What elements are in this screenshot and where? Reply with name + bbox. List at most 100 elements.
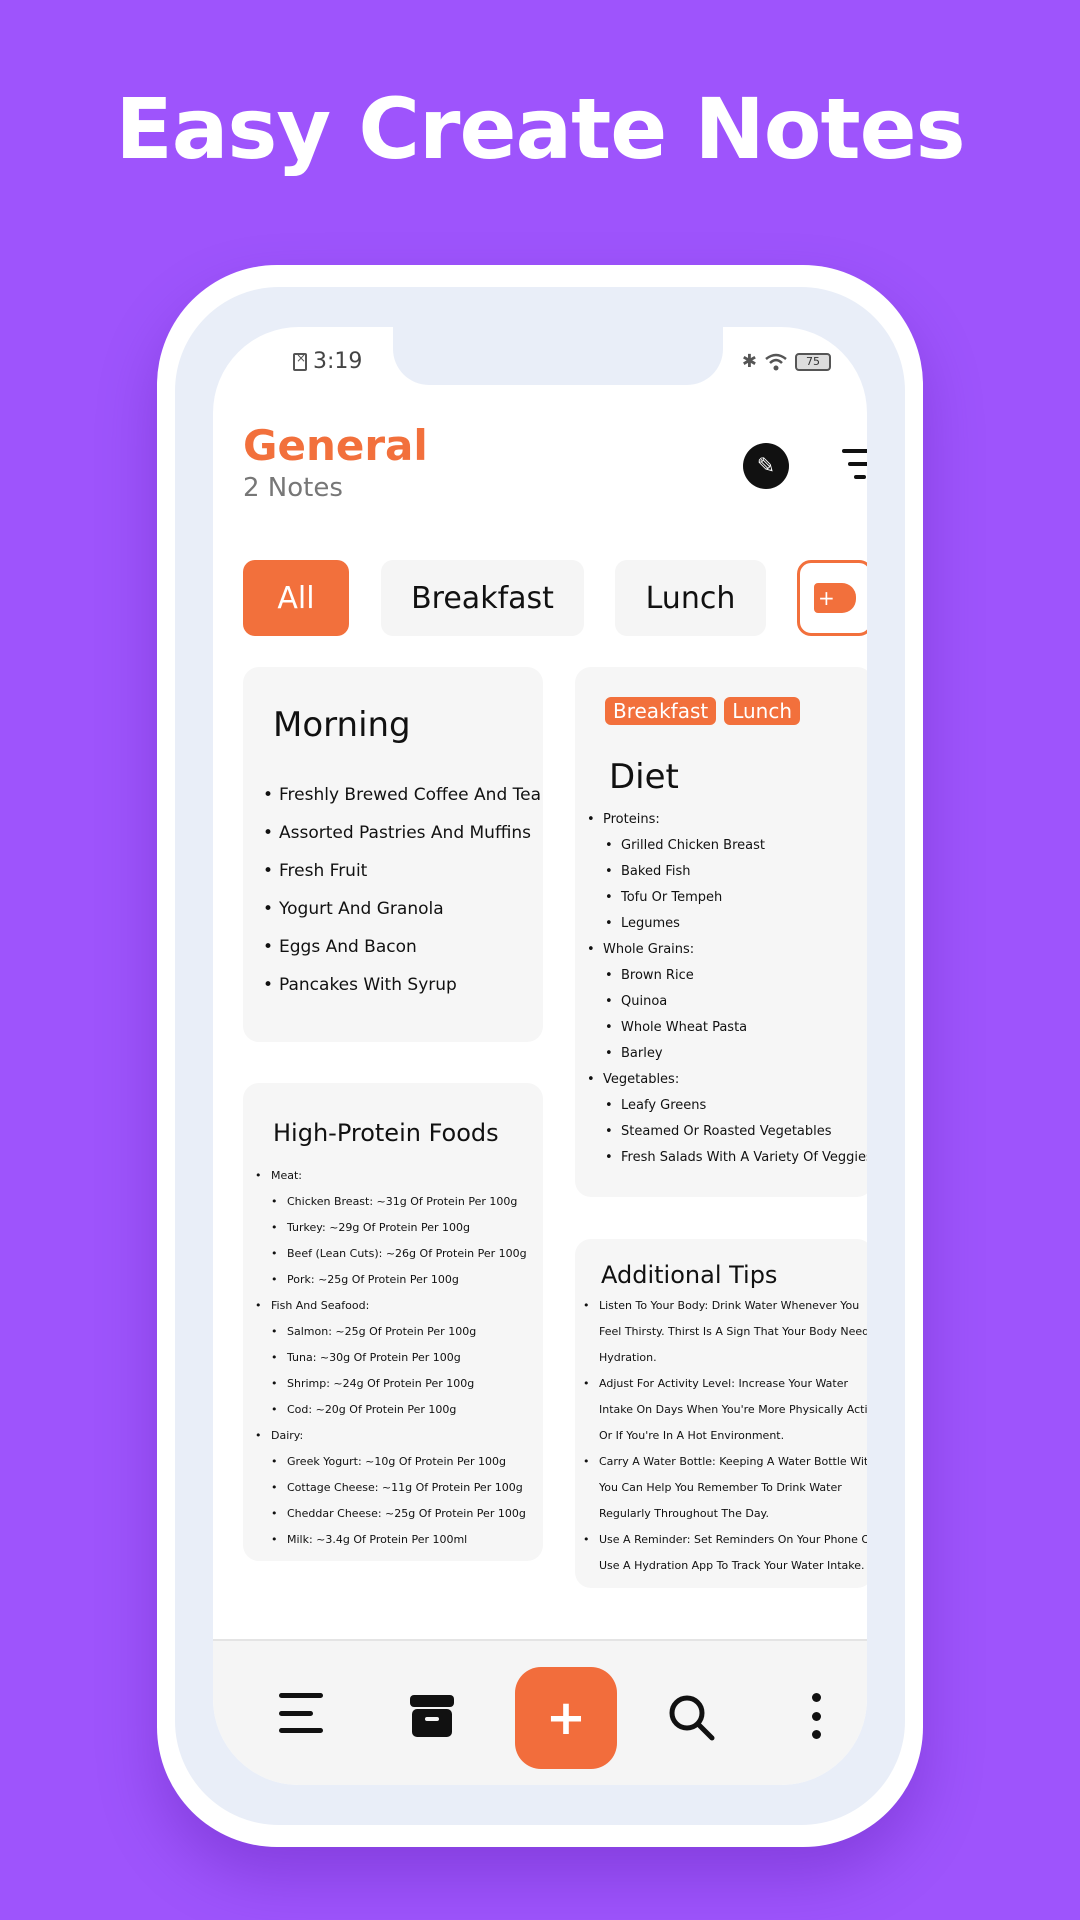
note-list: Listen To Your Body: Drink Water Wheneve… [583,1293,867,1579]
add-tag-icon: + [814,583,856,613]
list-item: Meat: Chicken Breast: ~31g Of Protein Pe… [255,1163,527,1293]
list-item: Cottage Cheese: ~11g Of Protein Per 100g [271,1475,526,1501]
list-item: Barley [605,1041,747,1067]
list-item: Shrimp: ~24g Of Protein Per 100g [271,1371,476,1397]
list-item: Legumes [605,911,765,937]
status-time-group: 3:19 [293,349,362,374]
list-item: Pancakes With Syrup [263,975,541,1013]
group-label: Proteins: [603,812,660,827]
dot [811,1711,821,1721]
phone-frame: 3:19 ✱ 75 General 2 Notes ✎ [157,265,923,1847]
menu-line [279,1728,323,1733]
list-item: Grilled Chicken Breast [605,833,765,859]
note-list: Proteins: Grilled Chicken Breast Baked F… [587,807,765,937]
list-item: Whole Grains: Brown Rice Quinoa Whole Wh… [587,937,747,1067]
tag-badge: Breakfast [605,697,717,725]
note-tags: Breakfast Lunch [605,697,801,725]
dot [811,1693,821,1702]
list-item: Fresh Fruit [263,861,541,899]
note-list: Freshly Brewed Coffee And Tea Assorted P… [263,785,541,1013]
filter-line [848,462,867,466]
wifi-icon [765,353,787,370]
chip-all[interactable]: All [243,560,349,636]
list-item: Pork: ~25g Of Protein Per 100g [271,1267,527,1293]
note-card-diet[interactable]: Breakfast Lunch Diet Proteins: Grilled C… [575,667,867,1197]
list-item: Cod: ~20g Of Protein Per 100g [271,1397,476,1423]
chip-breakfast[interactable]: Breakfast [381,560,584,636]
list-item: Leafy Greens [605,1093,867,1119]
list-item: Use A Reminder: Set Reminders On Your Ph… [583,1527,867,1579]
list-item: Quinoa [605,989,747,1015]
group-label: Meat: [271,1169,303,1182]
group-label: Dairy: [271,1429,304,1442]
list-item: Salmon: ~25g Of Protein Per 100g [271,1319,476,1345]
list-item: Fish And Seafood: Salmon: ~25g Of Protei… [255,1293,476,1423]
page-title: General [243,421,428,470]
filter-line [854,475,866,479]
phone-bezel: 3:19 ✱ 75 General 2 Notes ✎ [175,287,905,1825]
bottom-nav: + [213,1639,867,1785]
add-note-button[interactable]: + [515,1667,617,1769]
group-label: Whole Grains: [603,942,695,957]
add-category-button[interactable]: + [797,560,867,636]
promo-headline: Easy Create Notes [115,80,965,178]
list-item: Assorted Pastries And Muffins [263,823,541,861]
list-item: Milk: ~3.4g Of Protein Per 100ml [271,1527,526,1553]
list-item: Chicken Breast: ~31g Of Protein Per 100g [271,1189,527,1215]
more-vertical-icon[interactable] [811,1693,821,1739]
list-item: Freshly Brewed Coffee And Tea [263,785,541,823]
dot [811,1730,821,1739]
note-list: Vegetables: Leafy Greens Steamed Or Roas… [587,1067,867,1171]
notch [393,327,723,385]
note-card-additional-tips[interactable]: Additional Tips Listen To Your Body: Dri… [575,1239,867,1588]
note-title: Morning [273,705,411,745]
menu-line [279,1710,313,1716]
group-label: Vegetables: [603,1072,680,1087]
list-item: Brown Rice [605,963,747,989]
note-card-morning[interactable]: Morning Freshly Brewed Coffee And Tea As… [243,667,543,1042]
status-icons: ✱ 75 [742,351,831,372]
list-item: Tofu Or Tempeh [605,885,765,911]
app-screen: 3:19 ✱ 75 General 2 Notes ✎ [213,327,867,1785]
list-item: Listen To Your Body: Drink Water Wheneve… [583,1293,867,1371]
bluetooth-icon: ✱ [741,351,757,372]
note-title: High-Protein Foods [273,1119,499,1147]
list-item: Fresh Salads With A Variety Of Veggies [605,1145,867,1171]
list-item: Proteins: Grilled Chicken Breast Baked F… [587,807,765,937]
list-item: Greek Yogurt: ~10g Of Protein Per 100g [271,1449,526,1475]
note-list: Meat: Chicken Breast: ~31g Of Protein Pe… [255,1163,527,1293]
note-card-high-protein[interactable]: High-Protein Foods Meat: Chicken Breast:… [243,1083,543,1561]
list-item: Vegetables: Leafy Greens Steamed Or Roas… [587,1067,867,1171]
search-icon[interactable] [667,1693,715,1741]
edit-button[interactable]: ✎ [743,443,789,489]
note-title: Additional Tips [601,1261,778,1289]
note-list: Dairy: Greek Yogurt: ~10g Of Protein Per… [255,1423,526,1553]
no-sim-icon [293,351,307,371]
archive-icon[interactable] [409,1693,455,1739]
list-item: Baked Fish [605,859,765,885]
list-item: Tuna: ~30g Of Protein Per 100g [271,1345,476,1371]
tag-badge: Lunch [724,697,801,725]
battery-icon: 75 [795,352,831,371]
note-title: Diet [609,757,679,797]
group-label: Fish And Seafood: [271,1299,370,1312]
chip-lunch[interactable]: Lunch [615,560,766,636]
list-item: Steamed Or Roasted Vegetables [605,1119,867,1145]
list-item: Beef (Lean Cuts): ~26g Of Protein Per 10… [271,1241,527,1267]
menu-icon[interactable] [279,1693,327,1733]
status-time: 3:19 [313,349,363,374]
list-item: Cheddar Cheese: ~25g Of Protein Per 100g [271,1501,526,1527]
menu-line [279,1693,323,1698]
list-item: Turkey: ~29g Of Protein Per 100g [271,1215,527,1241]
list-item: Yogurt And Granola [263,899,541,937]
notes-count: 2 Notes [243,473,343,503]
note-list: Whole Grains: Brown Rice Quinoa Whole Wh… [587,937,747,1067]
list-item: Dairy: Greek Yogurt: ~10g Of Protein Per… [255,1423,526,1553]
pencil-icon: ✎ [756,453,776,479]
list-item: Eggs And Bacon [263,937,541,975]
list-item: Carry A Water Bottle: Keeping A Water Bo… [583,1449,867,1527]
note-list: Fish And Seafood: Salmon: ~25g Of Protei… [255,1293,476,1423]
filter-line [842,449,867,453]
list-item: Whole Wheat Pasta [605,1015,747,1041]
filter-button[interactable] [841,449,867,479]
